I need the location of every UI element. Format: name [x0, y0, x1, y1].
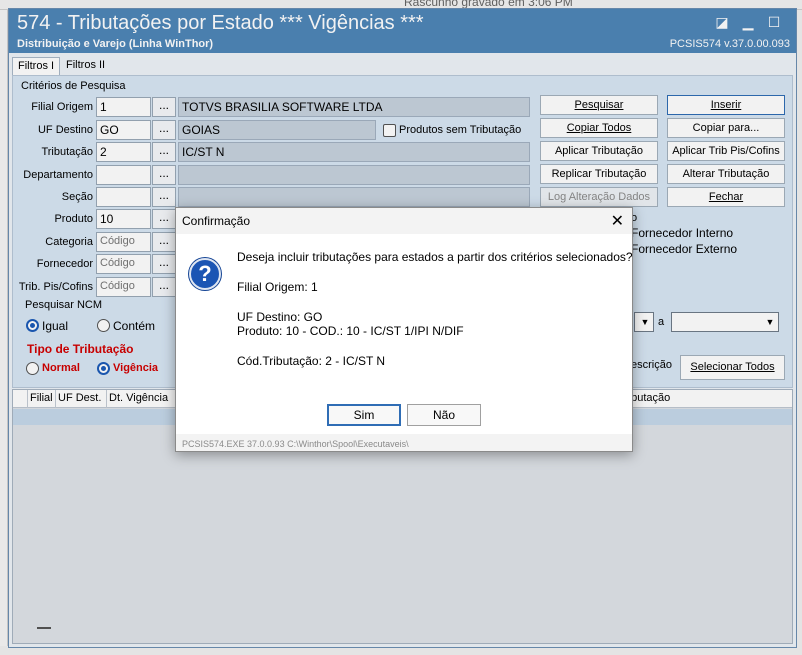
dialog-body: ? Deseja incluir tributações para estado… [176, 234, 633, 434]
no-button[interactable]: Não [407, 404, 481, 426]
question-icon: ? [189, 258, 221, 290]
dialog-footer-path: PCSIS574.EXE 37.0.0.93 C:\Winthor\Spool\… [182, 439, 409, 449]
dialog-line-uf: UF Destino: GO [237, 310, 323, 324]
yes-button[interactable]: Sim [327, 404, 401, 426]
dialog-title: Confirmação [182, 214, 251, 228]
confirmation-dialog: Confirmação ✕ ? Deseja incluir tributaçõ… [175, 207, 633, 452]
dialog-line-cod-tributacao: Cód.Tributação: 2 - IC/ST N [237, 354, 386, 368]
dialog-line-filial: Filial Origem: 1 [237, 280, 318, 294]
dialog-line-produto: Produto: 10 - COD.: 10 - IC/ST 1/IPI N/D… [237, 324, 464, 338]
dialog-question: Deseja incluir tributações para estados … [237, 250, 633, 264]
close-icon[interactable]: ✕ [611, 211, 624, 231]
